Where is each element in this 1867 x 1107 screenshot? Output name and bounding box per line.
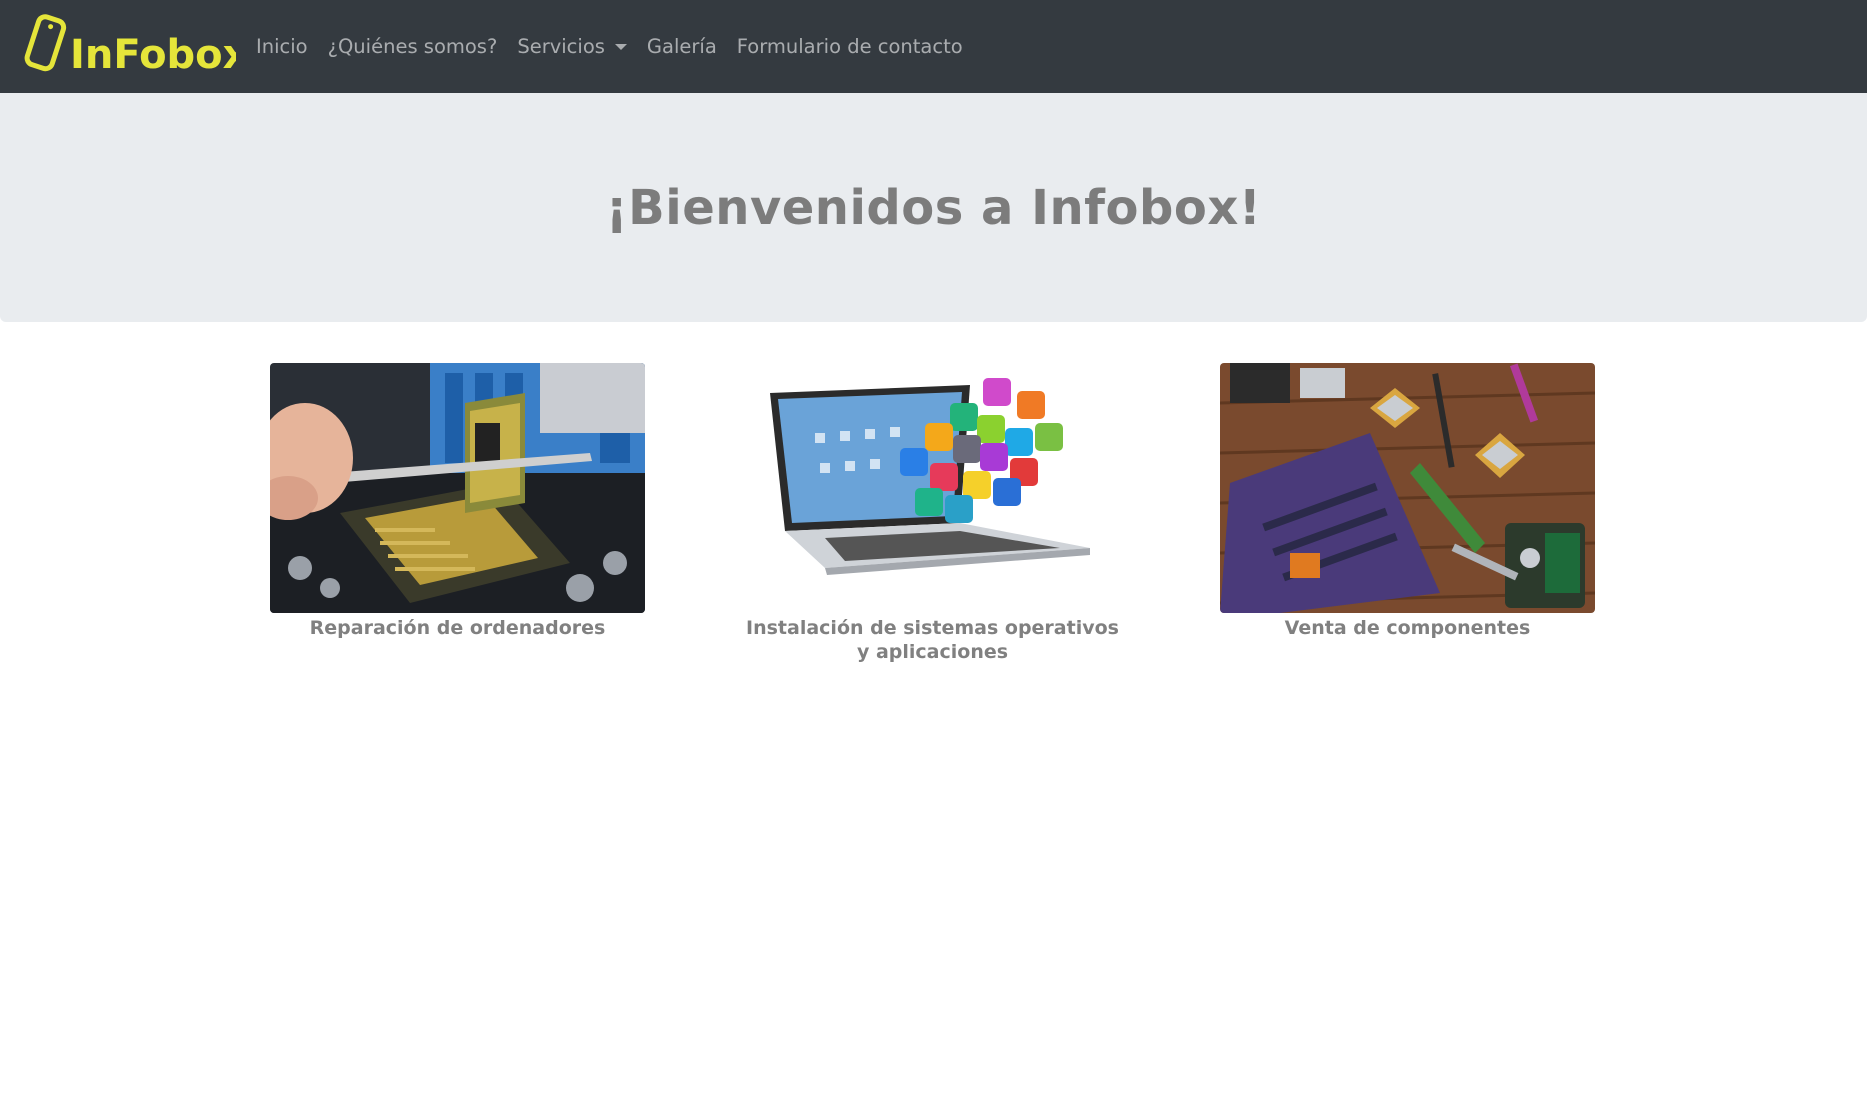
brand-text: InFobox — [70, 32, 236, 76]
laptop-apps-image — [745, 363, 1120, 613]
components-image — [1220, 363, 1595, 613]
infobox-logo-icon: InFobox — [24, 14, 236, 76]
service-caption: Reparación de ordenadores — [309, 617, 606, 639]
caret-down-icon — [614, 43, 627, 50]
service-card-repair[interactable]: Reparación de ordenadores — [270, 363, 645, 640]
hero-jumbotron: ¡Bienvenidos a Infobox! — [0, 93, 1867, 322]
nav-item-servicios-label: Servicios — [517, 35, 605, 58]
nav-item-inicio[interactable]: Inicio — [246, 0, 318, 93]
nav-item-servicios[interactable]: Servicios — [507, 0, 637, 93]
service-caption: Instalación de sistemas operativos y apl… — [746, 617, 1119, 663]
service-caption: Venta de componentes — [1284, 617, 1531, 639]
navbar: InFobox Inicio ¿Quiénes somos? Servicios… — [0, 0, 1867, 93]
hero-title: ¡Bienvenidos a Infobox! — [605, 179, 1262, 236]
service-card-components[interactable]: Venta de componentes — [1220, 363, 1595, 640]
nav-item-galeria[interactable]: Galería — [637, 0, 727, 93]
brand-logo[interactable]: InFobox — [24, 14, 236, 76]
nav-item-contacto[interactable]: Formulario de contacto — [727, 0, 973, 93]
nav-links: Inicio ¿Quiénes somos? Servicios Galería… — [246, 0, 973, 93]
nav-item-quienes-somos[interactable]: ¿Quiénes somos? — [318, 0, 508, 93]
cpu-repair-image — [270, 363, 645, 613]
service-card-install[interactable]: Instalación de sistemas operativos y apl… — [745, 363, 1120, 664]
